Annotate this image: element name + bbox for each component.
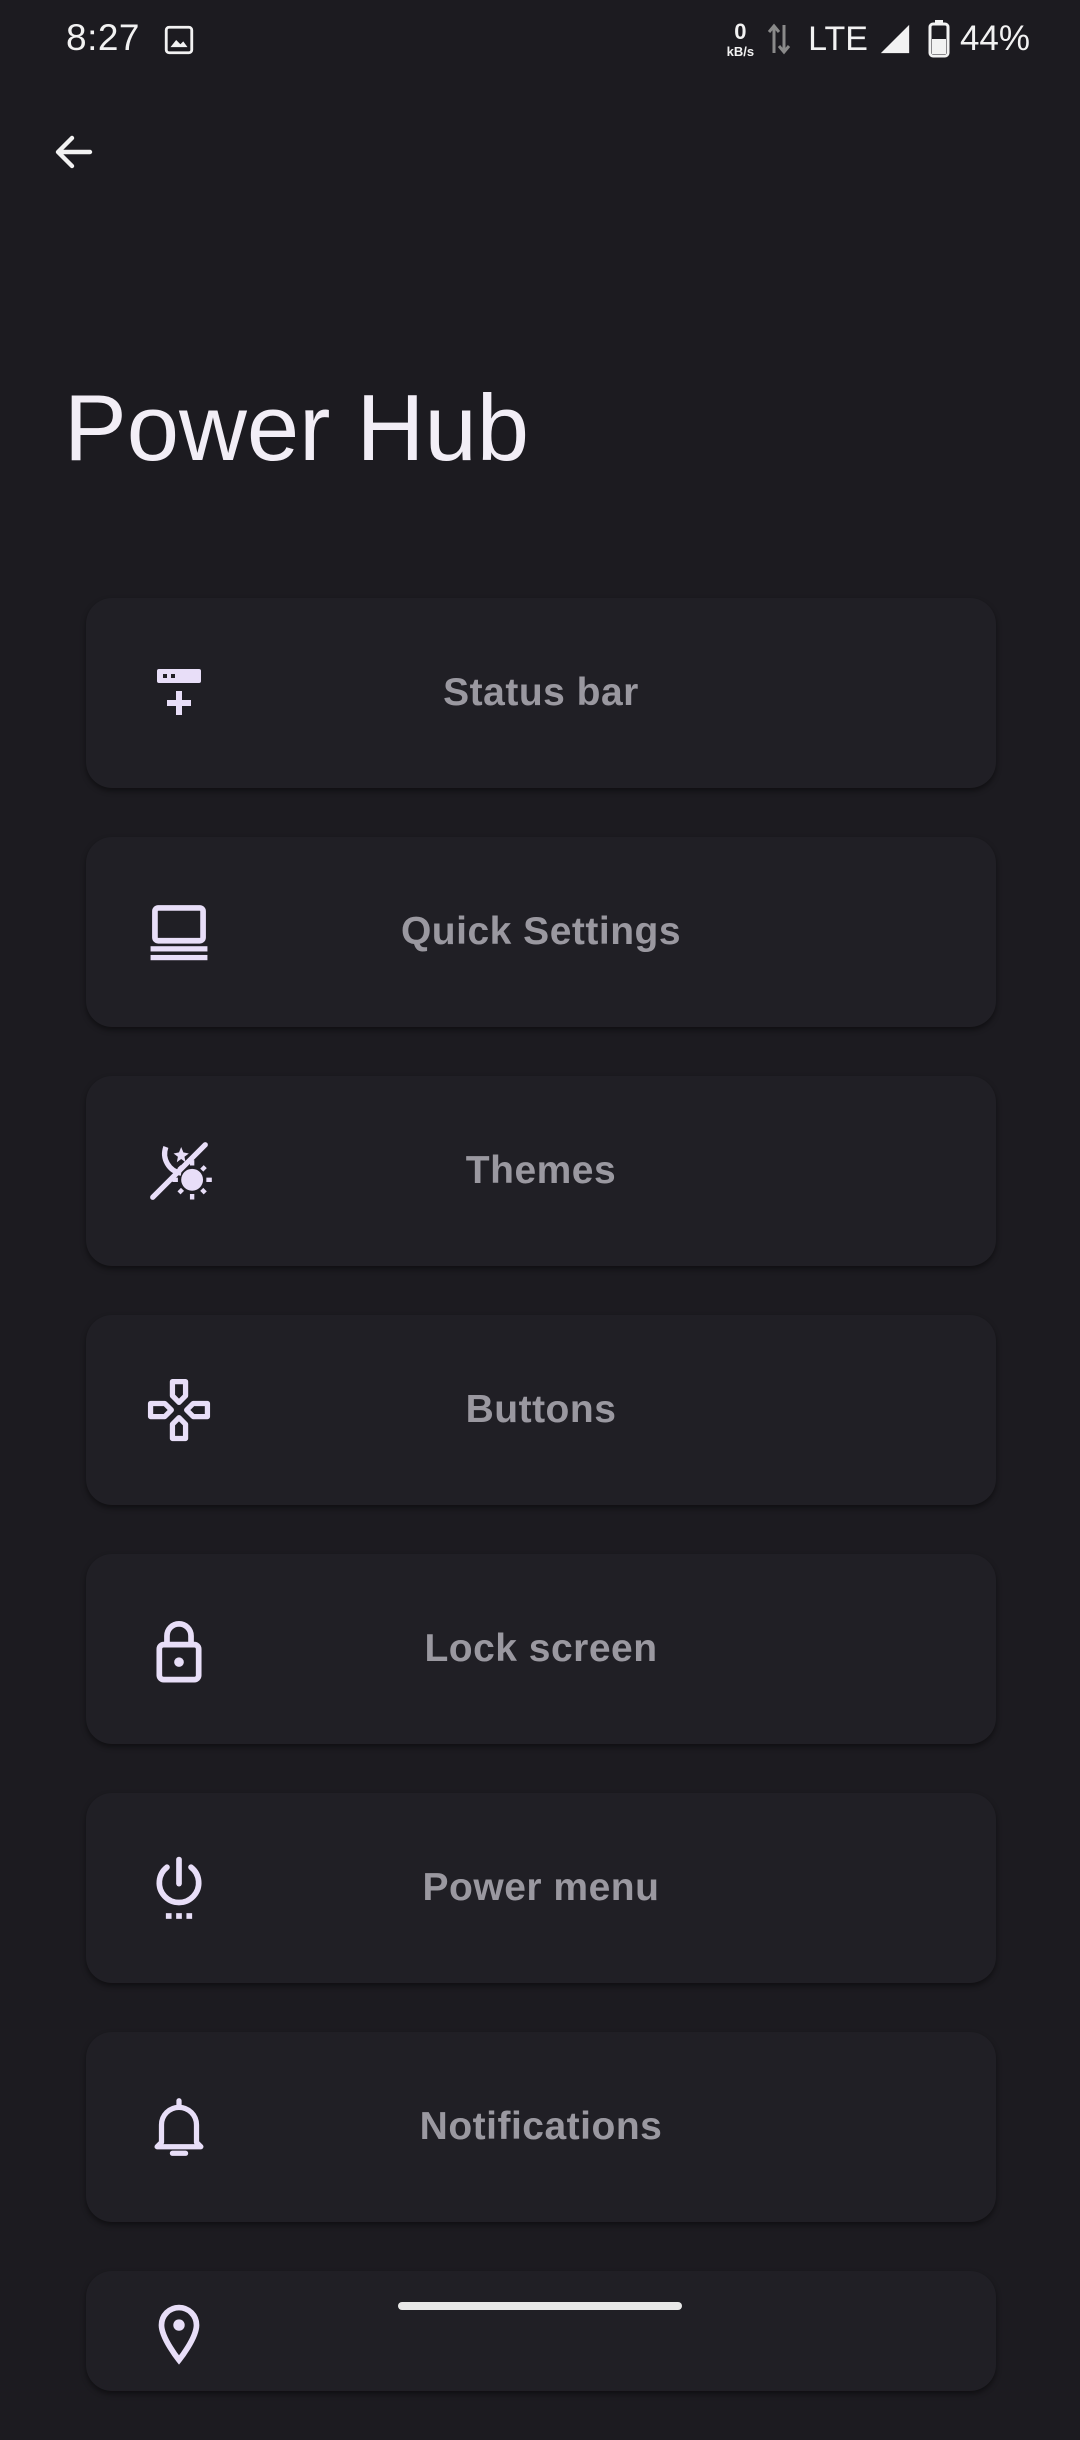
- menu-item-label: Buttons: [465, 1388, 617, 1431]
- signal-icon: [880, 24, 910, 54]
- menu-item-label: Themes: [465, 1149, 617, 1192]
- menu-item-buttons[interactable]: Buttons: [86, 1315, 996, 1505]
- back-button[interactable]: [34, 112, 114, 192]
- network-speed-value: 0: [734, 18, 747, 44]
- battery-percent: 44%: [959, 19, 1030, 58]
- menu-item-label: Lock screen: [424, 1627, 658, 1670]
- image-notification-icon: [164, 25, 194, 55]
- network-speed-unit: kB/s: [726, 43, 755, 59]
- menu-item-quick-settings[interactable]: Quick Settings: [86, 837, 996, 1027]
- menu-item-label: [86, 2271, 996, 2391]
- menu-item-lock-screen[interactable]: Lock screen: [86, 1554, 996, 1744]
- menu-item-notifications[interactable]: Notifications: [86, 2032, 996, 2222]
- menu-item-power-menu[interactable]: Power menu: [86, 1793, 996, 1983]
- network-speed: 0 kB/s: [726, 18, 755, 59]
- menu-item-status-bar[interactable]: Status bar: [86, 598, 996, 788]
- network-type: LTE: [808, 19, 868, 58]
- menu-item-location[interactable]: [86, 2271, 996, 2391]
- menu-item-themes[interactable]: Themes: [86, 1076, 996, 1266]
- menu-item-label: Quick Settings: [400, 910, 682, 953]
- menu-list: Status bar Quick Settings Themes Buttons…: [86, 598, 996, 2440]
- status-indicators: 0 kB/s LTE 44%: [727, 14, 1030, 64]
- status-time: 8:27: [66, 17, 141, 58]
- status-bar: 8:27 0 kB/s LTE 44%: [0, 0, 1080, 80]
- arrow-back-icon: [55, 135, 93, 169]
- menu-item-label: Status bar: [443, 671, 639, 714]
- menu-item-label: Power menu: [422, 1866, 660, 1909]
- page-title: Power Hub: [64, 375, 529, 480]
- menu-item-label: Notifications: [419, 2105, 663, 2148]
- gesture-nav-handle[interactable]: [398, 2302, 682, 2310]
- data-transfer-icon: [767, 23, 791, 55]
- battery-icon: [928, 20, 950, 58]
